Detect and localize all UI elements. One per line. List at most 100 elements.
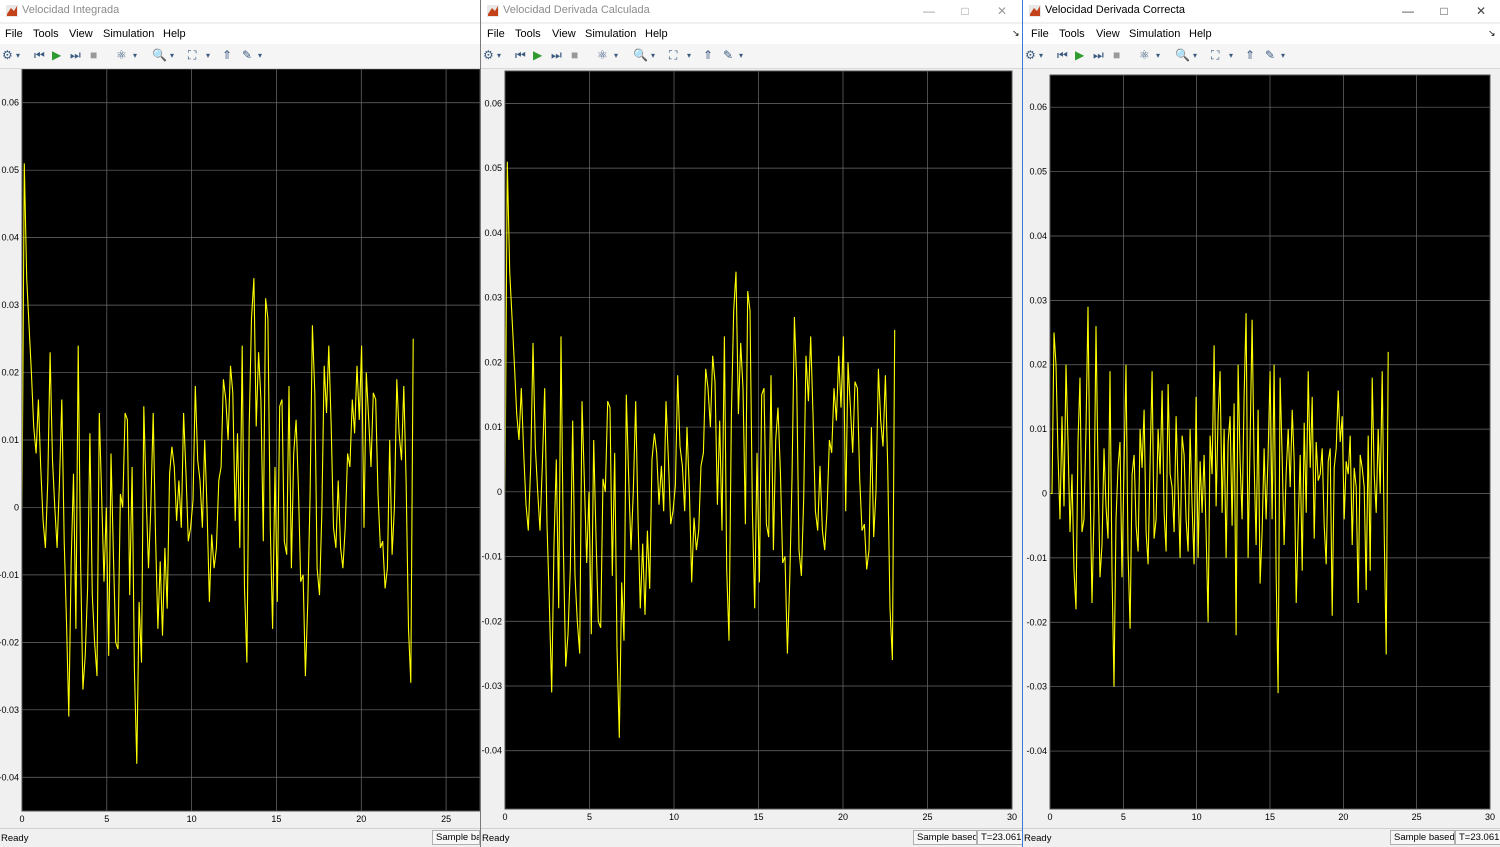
dropdown-arrow-icon[interactable]: ▾: [1229, 47, 1233, 63]
y-tick-label: -0.03: [0, 705, 19, 715]
y-tick-label: 0.04: [484, 228, 502, 238]
stop-icon[interactable]: ■: [1113, 47, 1120, 63]
menu-simulation[interactable]: Simulation: [1129, 28, 1180, 40]
status-bar: Ready Sample based T=23.061: [481, 828, 1022, 847]
y-tick-label: 0.01: [1029, 424, 1047, 434]
scope-axes[interactable]: -0.04 -0.03 -0.02 -0.01 0 0.01 0.02 0.03 0.04 0.0…: [0, 68, 480, 828]
dropdown-arrow-icon[interactable]: ▾: [133, 47, 137, 63]
highlight-icon[interactable]: ⚛: [116, 47, 127, 63]
menu-view[interactable]: View: [1096, 28, 1120, 40]
menu-help[interactable]: Help: [163, 28, 186, 40]
settings-icon[interactable]: ⚙: [483, 47, 494, 63]
menu-bar: File Tools View Simulation Help: [0, 24, 480, 44]
y-tick-label: 0.02: [1, 368, 19, 378]
y-tick-label: 0.01: [1, 435, 19, 445]
dropdown-arrow-icon[interactable]: ▾: [16, 47, 20, 63]
settings-icon[interactable]: ⚙: [2, 47, 13, 63]
dropdown-arrow-icon[interactable]: ▾: [1039, 47, 1043, 63]
menu-simulation[interactable]: Simulation: [103, 28, 154, 40]
menu-help[interactable]: Help: [1189, 28, 1212, 40]
dropdown-arrow-icon[interactable]: ▾: [614, 47, 618, 63]
menu-file[interactable]: File: [1031, 28, 1049, 40]
pin-icon[interactable]: ⇑: [1245, 47, 1255, 63]
menu-expand-icon[interactable]: ↘: [1488, 28, 1496, 39]
matlab-logo-icon: [6, 5, 18, 17]
maximize-icon[interactable]: □: [1426, 0, 1462, 22]
dropdown-arrow-icon[interactable]: ▾: [739, 47, 743, 63]
scope-axes[interactable]: -0.04 -0.03 -0.02 -0.01 0 0.01 0.02 0.03 0.04 0.0…: [481, 69, 1022, 828]
menu-tools[interactable]: Tools: [1059, 28, 1085, 40]
y-tick-label: -0.01: [1026, 553, 1047, 563]
autoscale-icon[interactable]: ⛶: [669, 47, 677, 63]
title-bar[interactable]: Velocidad Integrada: [0, 0, 480, 22]
menu-file[interactable]: File: [5, 28, 23, 40]
dropdown-arrow-icon[interactable]: ▾: [687, 47, 691, 63]
y-tick-label: 0.02: [484, 357, 502, 367]
menu-help[interactable]: Help: [645, 28, 668, 40]
stop-icon[interactable]: ■: [571, 47, 578, 63]
dropdown-arrow-icon[interactable]: ▾: [1193, 47, 1197, 63]
scope-axes[interactable]: -0.04 -0.03 -0.02 -0.01 0 0.01 0.02 0.03 0.04 0.0…: [1023, 69, 1500, 828]
scope-plot-area[interactable]: -0.04 -0.03 -0.02 -0.01 0 0.01 0.02 0.03 0.04 0.0…: [481, 69, 1022, 828]
run-icon[interactable]: ▶: [1075, 47, 1084, 63]
minimize-icon[interactable]: —: [1390, 0, 1426, 22]
dropdown-arrow-icon[interactable]: ▾: [651, 47, 655, 63]
sample-mode: Sample based: [432, 830, 480, 845]
run-icon[interactable]: ▶: [52, 47, 61, 63]
highlight-icon[interactable]: ⚛: [597, 47, 608, 63]
x-tick-label: 30: [1007, 812, 1017, 822]
x-tick-label: 25: [441, 814, 451, 824]
style-icon[interactable]: ✎: [723, 47, 733, 63]
zoom-icon[interactable]: 🔍: [152, 47, 167, 63]
menu-view[interactable]: View: [69, 28, 93, 40]
step-back-icon[interactable]: ⏮: [34, 47, 45, 63]
dropdown-arrow-icon[interactable]: ▾: [206, 47, 210, 63]
title-bar[interactable]: Velocidad Derivada Correcta — □ ✕: [1023, 0, 1500, 22]
status-text: Ready: [1, 833, 29, 844]
menu-view[interactable]: View: [552, 28, 576, 40]
y-tick-label: 0: [1042, 489, 1047, 499]
y-tick-label: 0.06: [484, 98, 502, 108]
x-tick-label: 10: [187, 814, 197, 824]
style-icon[interactable]: ✎: [1265, 47, 1275, 63]
y-tick-label: 0.01: [484, 422, 502, 432]
autoscale-icon[interactable]: ⛶: [1211, 47, 1219, 63]
maximize-icon[interactable]: □: [947, 0, 983, 22]
step-back-icon[interactable]: ⏮: [515, 47, 526, 63]
step-forward-icon[interactable]: ⏭: [1093, 47, 1104, 63]
dropdown-arrow-icon[interactable]: ▾: [1156, 47, 1160, 63]
menu-tools[interactable]: Tools: [515, 28, 541, 40]
status-text: Ready: [482, 833, 510, 844]
step-forward-icon[interactable]: ⏭: [70, 47, 81, 63]
run-icon[interactable]: ▶: [533, 47, 542, 63]
scope-plot-area[interactable]: -0.04 -0.03 -0.02 -0.01 0 0.01 0.02 0.03 0.04 0.0…: [0, 68, 480, 828]
dropdown-arrow-icon[interactable]: ▾: [497, 47, 501, 63]
minimize-icon[interactable]: —: [911, 0, 947, 22]
menu-file[interactable]: File: [487, 28, 505, 40]
dropdown-arrow-icon[interactable]: ▾: [170, 47, 174, 63]
x-tick-label: 5: [587, 812, 592, 822]
zoom-icon[interactable]: 🔍: [1175, 47, 1190, 63]
pin-icon[interactable]: ⇑: [703, 47, 713, 63]
scope-plot-area[interactable]: -0.04 -0.03 -0.02 -0.01 0 0.01 0.02 0.03 0.04 0.0…: [1023, 69, 1500, 828]
y-tick-label: -0.02: [481, 616, 502, 626]
autoscale-icon[interactable]: ⛶: [188, 47, 196, 63]
stop-icon[interactable]: ■: [90, 47, 97, 63]
y-tick-label: -0.03: [1026, 682, 1047, 692]
settings-icon[interactable]: ⚙: [1025, 47, 1036, 63]
style-icon[interactable]: ✎: [242, 47, 252, 63]
step-back-icon[interactable]: ⏮: [1057, 47, 1068, 63]
menu-tools[interactable]: Tools: [33, 28, 59, 40]
dropdown-arrow-icon[interactable]: ▾: [1281, 47, 1285, 63]
dropdown-arrow-icon[interactable]: ▾: [258, 47, 262, 63]
scope-window-velocidad-derivada-calculada: Velocidad Derivada Calculada — □ ✕ File …: [480, 0, 1022, 847]
close-icon[interactable]: ✕: [984, 0, 1020, 22]
pin-icon[interactable]: ⇑: [222, 47, 232, 63]
highlight-icon[interactable]: ⚛: [1139, 47, 1150, 63]
menu-simulation[interactable]: Simulation: [585, 28, 636, 40]
menu-expand-icon[interactable]: ↘: [1012, 28, 1020, 39]
title-bar[interactable]: Velocidad Derivada Calculada — □ ✕: [481, 0, 1022, 22]
zoom-icon[interactable]: 🔍: [633, 47, 648, 63]
close-icon[interactable]: ✕: [1463, 0, 1499, 22]
step-forward-icon[interactable]: ⏭: [551, 47, 562, 63]
